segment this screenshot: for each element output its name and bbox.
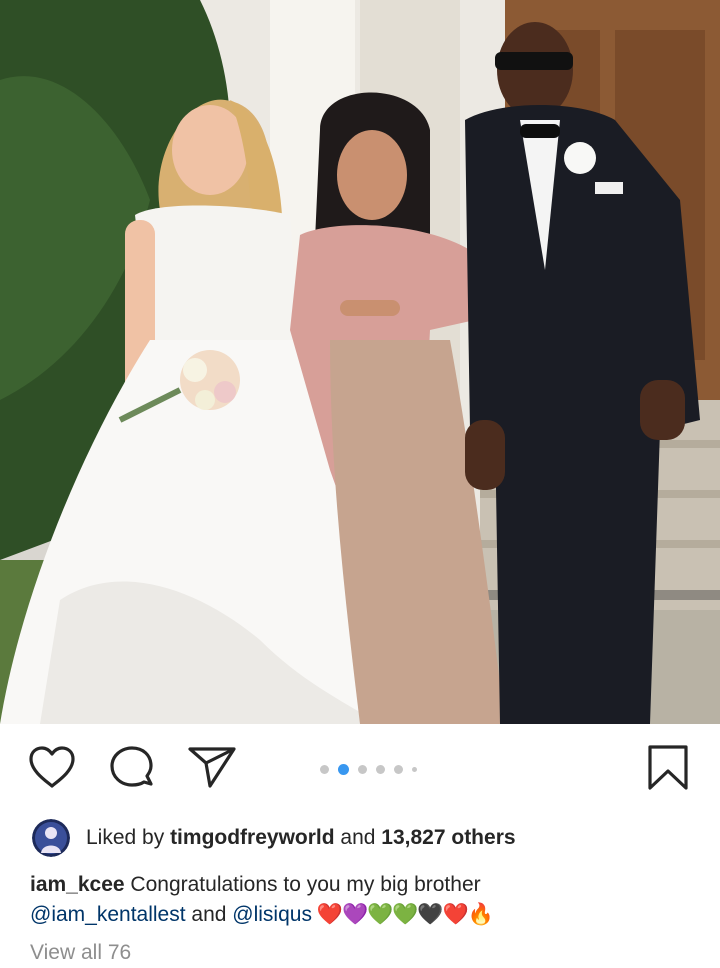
caption-mention-2[interactable]: @lisiqus	[232, 903, 312, 926]
likes-prefix: Liked by	[86, 826, 171, 849]
post-photo[interactable]	[0, 0, 720, 724]
wedding-photo-illustration	[0, 0, 720, 724]
carousel-dot	[376, 764, 385, 774]
post-action-bar	[0, 724, 720, 816]
carousel-dot	[394, 764, 403, 774]
carousel-indicator	[320, 762, 417, 776]
caption-and: and	[185, 903, 233, 926]
caption-text: Congratulations to you my big brother	[124, 873, 481, 896]
share-button[interactable]	[186, 742, 238, 794]
carousel-dot	[412, 766, 417, 772]
bookmark-icon	[648, 745, 688, 790]
carousel-dot	[320, 764, 329, 774]
likes-middle: and	[334, 826, 382, 849]
liker-avatar[interactable]	[32, 819, 70, 857]
post-caption: iam_kcee Congratulations to you my big b…	[30, 870, 710, 930]
avatar-image	[32, 819, 70, 857]
likes-row: Liked by timgodfreyworld and 13,827 othe…	[32, 818, 516, 858]
liker-username[interactable]: timgodfreyworld	[170, 826, 335, 849]
caption-mention-1[interactable]: @iam_kentallest	[30, 903, 186, 926]
send-icon	[188, 747, 236, 788]
comment-button[interactable]	[106, 742, 158, 794]
comment-icon	[110, 746, 153, 787]
caption-username[interactable]: iam_kcee	[30, 873, 125, 896]
save-button[interactable]	[642, 742, 694, 794]
view-all-comments-link[interactable]: View all 76	[30, 938, 131, 968]
carousel-dot-active	[338, 763, 349, 775]
likes-count[interactable]: 13,827 others	[381, 826, 515, 849]
caption-emoji: ❤️💜💚💚🖤❤️🔥	[311, 903, 494, 926]
carousel-dot	[358, 764, 367, 774]
heart-icon	[29, 746, 75, 788]
like-button[interactable]	[26, 742, 78, 794]
likes-summary: Liked by timgodfreyworld and 13,827 othe…	[86, 826, 516, 850]
